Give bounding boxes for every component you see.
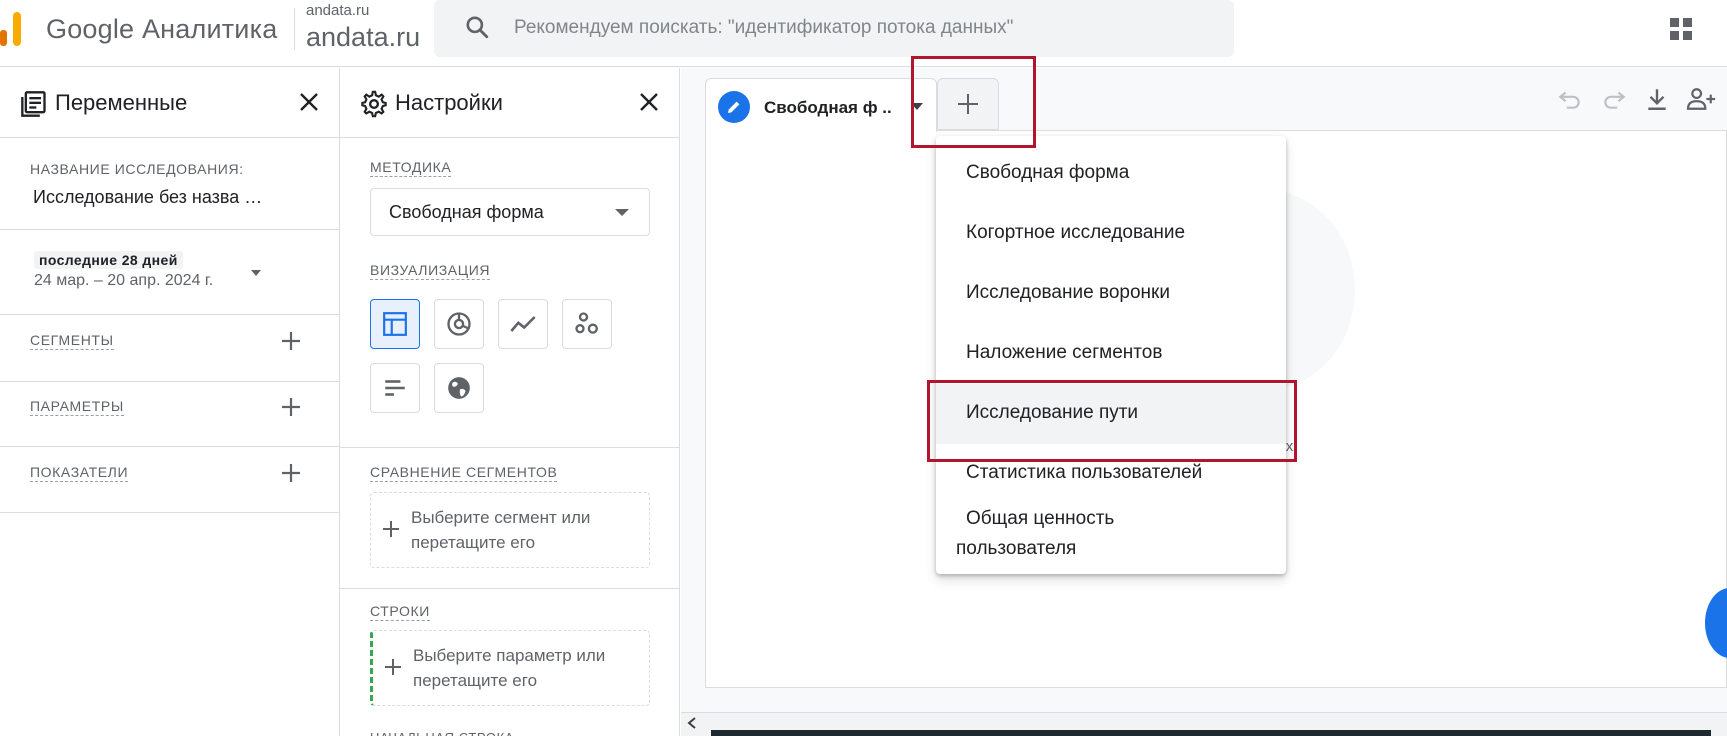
rows-label: СТРОКИ (370, 603, 430, 621)
section-divider (340, 588, 679, 589)
property-name[interactable]: andata.ru (306, 22, 420, 53)
plus-icon (385, 659, 401, 675)
share-user-icon[interactable] (1685, 86, 1717, 112)
dimensions-label: ПАРАМЕТРЫ (30, 398, 124, 416)
variables-panel-header: Переменные (0, 68, 339, 138)
top-header: Google Аналитика andata.ru andata.ru (0, 0, 1727, 67)
start-row-label: НАЧАЛЬНАЯ СТРОКА (370, 727, 514, 736)
section-divider (0, 446, 339, 447)
scatter-plot-icon (575, 312, 598, 334)
line-chart-icon (510, 316, 536, 332)
menu-item-segment-overlap[interactable]: Наложение сегментов (936, 324, 1286, 384)
header-divider (294, 8, 295, 50)
date-dropdown-caret-icon[interactable] (249, 268, 263, 278)
menu-item-label: Общая ценность (966, 508, 1115, 529)
menu-item-label: Статистика пользователей (966, 462, 1203, 483)
pencil-icon[interactable] (718, 91, 750, 123)
technique-label: МЕТОДИКА (370, 159, 452, 177)
metrics-label-text: ПОКАЗАТЕЛИ (30, 464, 129, 482)
menu-item-free-form[interactable]: Свободная форма (936, 144, 1286, 204)
menu-item-funnel[interactable]: Исследование воронки (936, 264, 1286, 324)
menu-item-label: Свободная форма (966, 162, 1130, 183)
bar-chart-icon (385, 380, 405, 396)
segments-label: СЕГМЕНТЫ (30, 332, 114, 350)
tab-free-form[interactable]: Свободная ф .. (705, 78, 937, 132)
search-icon (466, 16, 489, 39)
download-icon[interactable] (1644, 86, 1670, 112)
metrics-label: ПОКАЗАТЕЛИ (30, 464, 129, 482)
rows-label-text: СТРОКИ (370, 603, 430, 621)
add-dimension-plus-icon[interactable] (280, 396, 302, 418)
redo-icon[interactable] (1601, 86, 1627, 112)
product-name: Google Аналитика (46, 14, 278, 44)
visualization-label-text: ВИЗУАЛИЗАЦИЯ (370, 262, 491, 280)
close-icon[interactable] (297, 90, 321, 114)
add-metric-plus-icon[interactable] (280, 462, 302, 484)
visualization-label: ВИЗУАЛИЗАЦИЯ (370, 262, 491, 280)
segment-drop-zone[interactable]: Выберите сегмент или перетащите его (370, 492, 650, 568)
date-preset-chip[interactable]: последние 28 дней (34, 251, 183, 269)
variables-panel-title: Переменные (55, 90, 188, 115)
donut-chart-icon (447, 312, 471, 336)
menu-item-label: Исследование воронки (966, 282, 1170, 303)
pencil-glyph-icon (728, 101, 740, 113)
section-divider (0, 229, 339, 230)
menu-item-user-lifetime[interactable]: Общая ценность пользователя (936, 500, 1286, 570)
plus-icon (383, 521, 399, 537)
search-input[interactable] (514, 10, 1214, 46)
technique-label-text: МЕТОДИКА (370, 159, 452, 177)
scrollbar-thumb[interactable] (711, 730, 1711, 736)
section-divider (0, 381, 339, 382)
viz-geo-button[interactable] (434, 363, 484, 413)
account-name[interactable]: andata.ru (306, 2, 369, 19)
viz-bar-button[interactable] (370, 363, 420, 413)
settings-panel-header: Настройки (340, 68, 679, 138)
menu-item-label: Наложение сегментов (966, 342, 1163, 363)
viz-line-button[interactable] (498, 299, 548, 349)
exploration-name-label: НАЗВАНИЕ ИССЛЕДОВАНИЯ: (30, 161, 244, 177)
rows-drop-text: Выберите параметр или перетащите его (413, 646, 606, 690)
chevron-down-icon (615, 209, 629, 216)
close-icon[interactable] (637, 90, 661, 114)
viz-scatter-button[interactable] (562, 299, 612, 349)
segment-comparison-label: СРАВНЕНИЕ СЕГМЕНТОВ (370, 464, 558, 482)
date-range-text[interactable]: 24 мар. – 20 апр. 2024 г. (34, 272, 213, 290)
segment-drop-text: Выберите сегмент или перетащите его (411, 508, 591, 552)
gear-icon (361, 90, 387, 118)
variables-panel: Переменные НАЗВАНИЕ ИССЛЕДОВАНИЯ: Исслед… (0, 68, 340, 736)
menu-item-cohort[interactable]: Когортное исследование (936, 204, 1286, 264)
settings-panel-title: Настройки (395, 90, 503, 115)
section-divider (340, 447, 679, 448)
viz-table-button[interactable] (370, 299, 420, 349)
settings-panel: Настройки МЕТОДИКА Свободная форма ВИЗУА… (340, 68, 680, 736)
highlight-path-exploration (927, 380, 1297, 462)
table-icon (383, 312, 407, 336)
rows-drop-zone[interactable]: Выберите параметр или перетащите его (370, 630, 650, 706)
section-divider (0, 314, 339, 315)
technique-select-value: Свободная форма (389, 202, 544, 222)
menu-item-label: Когортное исследование (966, 222, 1186, 243)
undo-icon[interactable] (1557, 86, 1583, 112)
horizontal-scrollbar[interactable] (681, 712, 1727, 736)
add-segment-plus-icon[interactable] (280, 330, 302, 352)
tab-label: Свободная ф .. (764, 98, 892, 117)
variables-list-icon (21, 91, 46, 117)
globe-icon (448, 377, 470, 399)
menu-item-label-line2: пользователя (956, 538, 1077, 559)
dimensions-label-text: ПАРАМЕТРЫ (30, 398, 124, 416)
search-bar[interactable] (434, 0, 1234, 57)
technique-menu: Свободная форма Когортное исследование И… (936, 136, 1286, 574)
exploration-name-input[interactable]: Исследование без назва … (33, 187, 262, 208)
technique-select[interactable]: Свободная форма (370, 188, 650, 236)
segments-label-text: СЕГМЕНТЫ (30, 332, 114, 350)
analytics-logo-icon[interactable] (0, 12, 24, 46)
apps-grid-icon[interactable] (1669, 17, 1693, 41)
segment-comparison-label-text: СРАВНЕНИЕ СЕГМЕНТОВ (370, 464, 558, 482)
chevron-left-icon[interactable] (685, 716, 699, 730)
viz-donut-button[interactable] (434, 299, 484, 349)
highlight-add-tab (911, 56, 1036, 148)
section-divider (0, 512, 339, 513)
